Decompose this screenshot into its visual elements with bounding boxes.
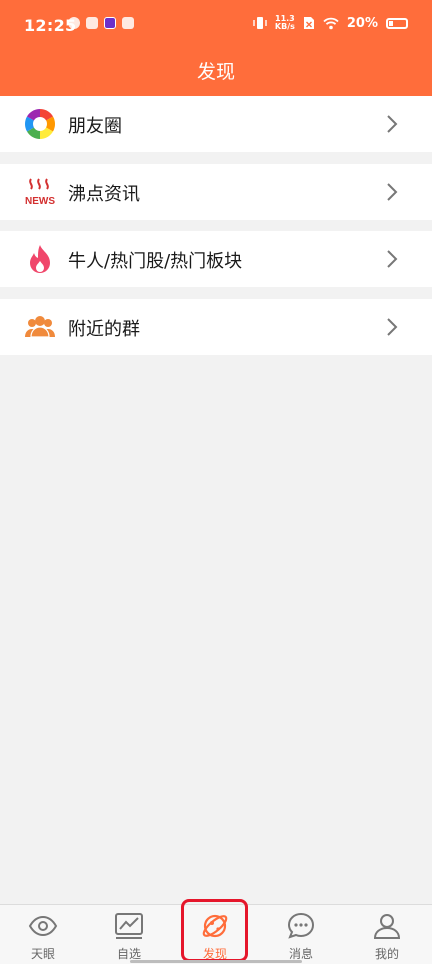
page-title: 发现 — [196, 61, 235, 83]
wifi-icon — [323, 17, 339, 29]
tab-messages[interactable]: 消息 — [258, 905, 344, 964]
notification-icons — [68, 17, 134, 29]
menu-item-label: 附近的群 — [68, 319, 140, 340]
network-speed: 11.3 KB/s — [275, 15, 295, 31]
news-icon: NEWS — [24, 176, 56, 208]
mail-notification-icon — [122, 17, 134, 29]
chevron-right-icon — [387, 250, 398, 268]
tab-label: 天眼 — [30, 947, 55, 961]
menu-item-label: 牛人/热门股/热门板块 — [68, 251, 243, 272]
network-speed-unit: KB/s — [274, 22, 295, 31]
chevron-right-icon — [387, 115, 398, 133]
home-indicator[interactable] — [130, 960, 302, 963]
menu-item-moments[interactable]: 朋友圈 — [0, 96, 432, 152]
discover-page: 12:25 11.3 KB/s 20% 发现 朋友圈 NEWS 沸点资讯 牛人/… — [0, 0, 432, 964]
svg-text:NEWS: NEWS — [25, 196, 55, 207]
app-notification-icon — [68, 17, 80, 29]
no-sim-icon — [303, 17, 314, 29]
menu-item-label: 沸点资讯 — [68, 184, 140, 205]
top-bar: 12:25 11.3 KB/s 20% 发现 — [0, 0, 432, 96]
tab-profile[interactable]: 我的 — [344, 905, 430, 964]
active-tab-highlight — [181, 899, 248, 962]
battery-percent: 20% — [346, 15, 378, 31]
group-people-icon — [24, 311, 56, 343]
battery-icon — [386, 17, 408, 29]
app-notification-icon — [104, 17, 116, 29]
tab-tianyan[interactable]: 天眼 — [0, 905, 86, 964]
eye-icon — [28, 915, 58, 937]
camera-aperture-icon — [24, 108, 56, 140]
app-notification-icon — [86, 17, 98, 29]
tab-watchlist[interactable]: 自选 — [86, 905, 172, 964]
tab-label: 我的 — [374, 947, 399, 961]
flame-icon — [24, 243, 56, 275]
chart-icon — [115, 913, 143, 939]
chat-bubble-icon — [287, 912, 315, 939]
chevron-right-icon — [387, 183, 398, 201]
status-right: 11.3 KB/s 20% — [253, 15, 408, 31]
status-bar: 12:25 11.3 KB/s 20% — [0, 0, 432, 50]
menu-item-hot[interactable]: 牛人/热门股/热门板块 — [0, 231, 432, 287]
menu-item-nearby-groups[interactable]: 附近的群 — [0, 299, 432, 355]
menu-item-label: 朋友圈 — [68, 116, 122, 137]
vibrate-icon — [253, 17, 267, 29]
menu-item-news[interactable]: NEWS 沸点资讯 — [0, 164, 432, 220]
chevron-right-icon — [387, 318, 398, 336]
user-icon — [373, 914, 401, 939]
